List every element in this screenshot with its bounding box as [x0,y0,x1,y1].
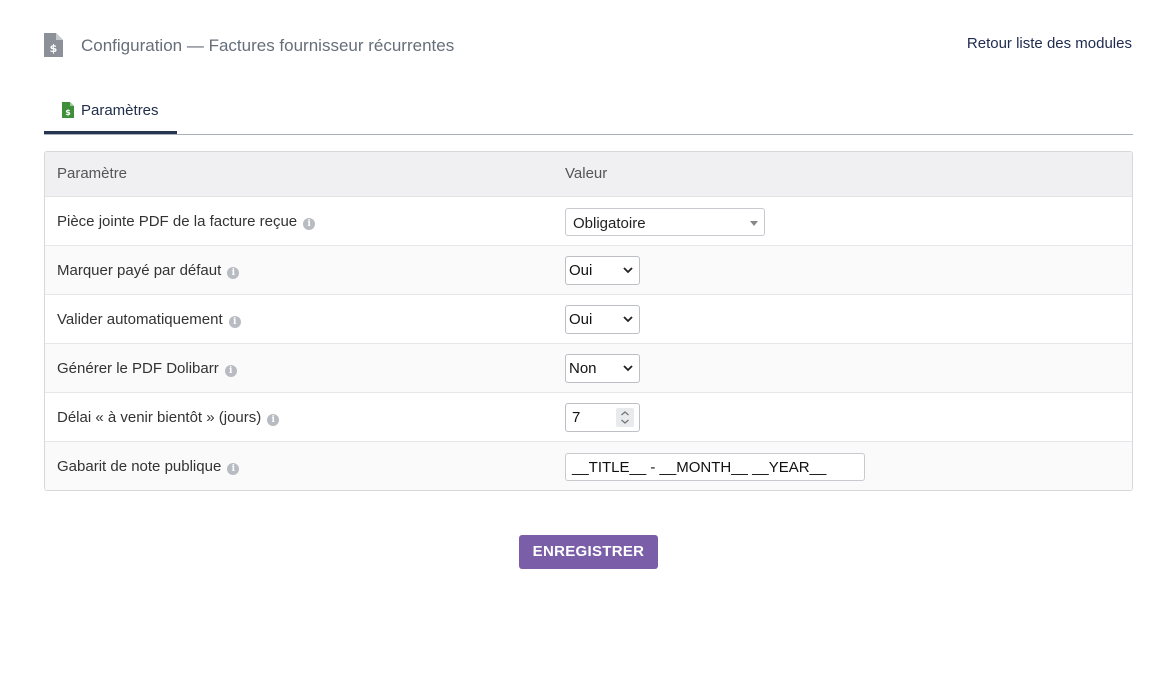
table-row: Valider automatiquement i Oui [45,295,1132,344]
module-setup-page: $ Configuration — Factures fournisseur r… [0,0,1171,692]
table-row: Délai « à venir bientôt » (jours) i 7 [45,393,1132,442]
info-icon[interactable]: i [224,365,237,377]
column-header-value: Valeur [565,165,608,182]
back-to-modules-link[interactable]: Retour liste des modules [967,35,1132,52]
mark-paid-select[interactable]: Oui [565,256,640,285]
info-icon[interactable]: i [303,218,316,230]
auto-validate-select[interactable]: Oui [565,305,640,334]
setting-label: Marquer payé par défaut i [57,262,240,279]
page-title: Configuration — Factures fournisseur réc… [81,36,455,55]
chevron-down-icon [623,365,633,372]
public-note-template-input[interactable]: __TITLE__ - __MONTH__ __YEAR__ [565,453,865,481]
invoice-dollar-icon: $ [62,102,74,118]
setting-label: Pièce jointe PDF de la facture reçue i [57,213,316,230]
table-header: Paramètre Valeur [45,152,1132,197]
invoice-dollar-icon: $ [44,33,63,57]
tab-label: Paramètres [81,102,159,119]
dropdown-arrow-icon [750,221,758,226]
column-header-param: Paramètre [57,165,128,182]
svg-text:$: $ [65,108,71,117]
info-icon[interactable]: i [228,316,241,328]
page-header: $ Configuration — Factures fournisseur r… [44,31,1132,61]
info-icon[interactable]: i [267,414,280,426]
table-row: Marquer payé par défaut i Oui [45,246,1132,295]
info-icon[interactable]: i [227,267,240,279]
setting-label: Gabarit de note publique i [57,458,240,475]
upcoming-delay-input[interactable]: 7 [565,403,640,432]
tab-parametres[interactable]: $ Paramètres [44,92,177,134]
tab-bar: $ Paramètres [44,92,1133,135]
settings-table: Paramètre Valeur Pièce jointe PDF de la … [44,151,1133,491]
table-row: Gabarit de note publique i __TITLE__ - __… [45,442,1132,490]
pdf-attachment-select[interactable]: Obligatoire [565,208,765,236]
spinner-arrows-icon[interactable] [616,408,634,427]
setting-label: Valider automatiquement i [57,311,241,328]
info-icon[interactable]: i [227,463,240,475]
setting-label: Générer le PDF Dolibarr i [57,360,237,377]
generate-pdf-select[interactable]: Non [565,354,640,383]
save-button[interactable]: ENREGISTRER [519,535,658,569]
table-row: Pièce jointe PDF de la facture reçue i Ob… [45,197,1132,246]
svg-text:$: $ [50,42,58,55]
chevron-down-icon [623,316,633,323]
table-row: Générer le PDF Dolibarr i Non [45,344,1132,393]
setting-label: Délai « à venir bientôt » (jours) i [57,409,280,426]
chevron-down-icon [623,267,633,274]
